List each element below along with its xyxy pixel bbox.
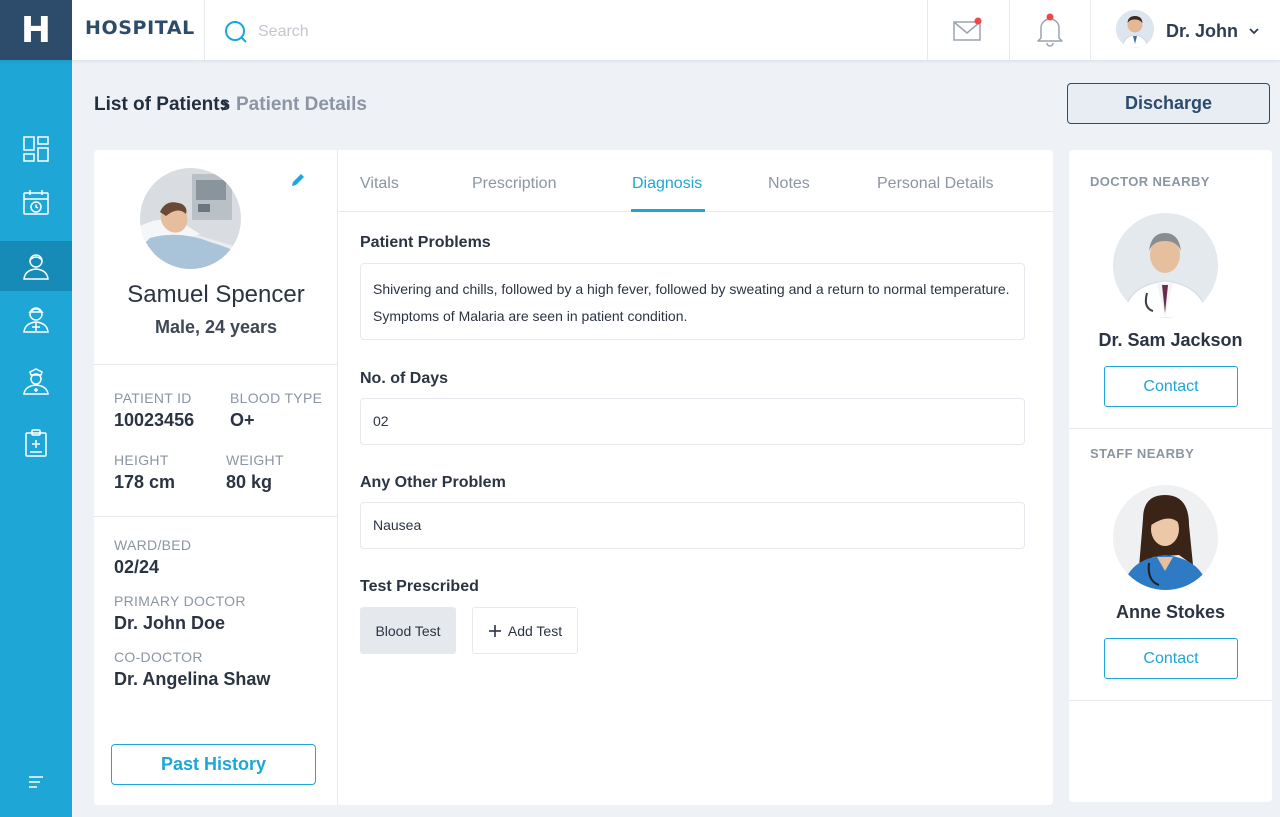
patient-problems-textarea[interactable]: Shivering and chills, followed by a high… — [360, 263, 1025, 340]
patient-summary-panel: Samuel Spencer Male, 24 years PATIENT ID… — [94, 150, 338, 805]
doctor-photo-image — [1113, 213, 1218, 318]
sidebar — [0, 60, 72, 817]
contact-doctor-button[interactable]: Contact — [1104, 366, 1238, 407]
blood-type-label: BLOOD TYPE — [230, 390, 323, 406]
tab-diagnosis[interactable]: Diagnosis — [632, 175, 702, 193]
add-test-label: Add Test — [507, 622, 563, 639]
other-problem-title: Any Other Problem — [360, 474, 506, 491]
patient-gender-age: Male, 24 years — [154, 317, 278, 337]
user-name[interactable]: Dr. John — [1166, 21, 1238, 42]
co-doctor-label: CO-DOCTOR — [114, 649, 203, 665]
problems-line: Shivering and chills, followed by a high… — [373, 281, 1010, 297]
clipboard-medical-icon — [25, 429, 47, 457]
patient-icon — [23, 254, 49, 280]
sidebar-menu-button[interactable] — [0, 757, 72, 807]
patient-id-value: 10023456 — [114, 410, 195, 430]
doctor-icon — [23, 307, 49, 333]
breadcrumb-current: Patient Details — [236, 94, 367, 115]
primary-doctor-label: PRIMARY DOCTOR — [114, 593, 246, 609]
doctor-avatar-image — [1116, 10, 1154, 48]
divider — [1069, 700, 1272, 701]
search-icon[interactable] — [224, 20, 248, 44]
menu-icon — [29, 776, 43, 788]
divider — [1069, 428, 1272, 429]
sidebar-item-records[interactable] — [0, 418, 72, 468]
test-prescribed-title: Test Prescribed — [360, 578, 479, 595]
primary-doctor-value: Dr. John Doe — [114, 613, 226, 633]
weight-value: 80 kg — [226, 472, 273, 492]
staff-photo — [1113, 485, 1218, 590]
doctor-nearby-name: Dr. Sam Jackson — [1098, 330, 1243, 350]
tab-notes[interactable]: Notes — [768, 175, 810, 193]
avatar[interactable] — [1116, 10, 1154, 48]
divider — [1090, 0, 1091, 60]
tab-personal-details[interactable]: Personal Details — [877, 175, 994, 193]
contact-staff-button[interactable]: Contact — [1104, 638, 1238, 679]
staff-nearby-label: STAFF NEARBY — [1090, 446, 1195, 461]
nurse-icon — [23, 368, 49, 395]
search-input[interactable] — [258, 18, 858, 46]
divider — [94, 516, 338, 517]
tab-vitals[interactable]: Vitals — [360, 175, 399, 193]
brand-name: HOSPITAL — [85, 17, 195, 39]
edit-icon[interactable] — [290, 172, 306, 188]
ward-label: WARD/BED — [114, 537, 192, 553]
breadcrumb-parent[interactable]: List of Patients — [94, 94, 230, 116]
sidebar-item-patients[interactable] — [0, 241, 72, 291]
patient-photo — [140, 168, 241, 269]
logo[interactable]: H — [0, 0, 72, 60]
nearby-panel: DOCTOR NEARBY Dr. Sam Jackson Contact ST… — [1069, 150, 1272, 802]
plus-icon — [488, 624, 501, 637]
sidebar-item-dashboard[interactable] — [0, 124, 72, 174]
patient-photo-image — [140, 168, 241, 269]
chevron-down-icon[interactable] — [1247, 24, 1261, 38]
test-chip[interactable]: Blood Test — [360, 607, 456, 654]
calendar-clock-icon — [23, 190, 49, 215]
patient-id-label: PATIENT ID — [114, 390, 192, 406]
notifications-button[interactable] — [1010, 0, 1090, 60]
sidebar-item-nurses[interactable] — [0, 356, 72, 406]
days-title: No. of Days — [360, 370, 449, 387]
tab-prescription[interactable]: Prescription — [472, 175, 556, 193]
co-doctor-value: Dr. Angelina Shaw — [114, 669, 271, 689]
chevron-right-icon — [221, 99, 230, 111]
height-label: HEIGHT — [114, 452, 169, 468]
active-tab-indicator — [631, 209, 705, 212]
days-field[interactable]: 02 — [360, 398, 1025, 445]
discharge-button[interactable]: Discharge — [1067, 83, 1270, 124]
test-chip-label: Blood Test — [375, 622, 441, 639]
add-test-button[interactable]: Add Test — [472, 607, 578, 654]
blood-type-value: O+ — [230, 410, 255, 430]
messages-button[interactable] — [928, 0, 1008, 60]
height-value: 178 cm — [114, 472, 176, 492]
mail-icon — [953, 17, 982, 41]
problems-line: Symptoms of Malaria are seen in patient … — [373, 308, 688, 324]
bell-icon — [1037, 13, 1063, 47]
sidebar-item-doctors[interactable] — [0, 294, 72, 344]
past-history-button[interactable]: Past History — [111, 744, 316, 785]
staff-photo-image — [1113, 485, 1218, 590]
dashboard-icon — [23, 136, 49, 162]
patient-problems-title: Patient Problems — [360, 234, 491, 251]
divider — [204, 0, 205, 60]
sidebar-item-appointments[interactable] — [0, 178, 72, 228]
divider — [94, 364, 338, 365]
top-bar: H HOSPITAL Dr. John — [0, 0, 1280, 60]
patient-name: Samuel Spencer — [127, 281, 305, 308]
staff-nearby-name: Anne Stokes — [1115, 602, 1226, 622]
weight-label: WEIGHT — [226, 452, 284, 468]
doctor-nearby-label: DOCTOR NEARBY — [1090, 174, 1210, 189]
patient-details-card: Samuel Spencer Male, 24 years PATIENT ID… — [94, 150, 1053, 805]
other-problem-field[interactable]: Nausea — [360, 502, 1025, 549]
ward-value: 02/24 — [114, 557, 160, 577]
doctor-photo — [1113, 213, 1218, 318]
tab-bar: Vitals Prescription Diagnosis Notes Pers… — [338, 150, 1053, 212]
